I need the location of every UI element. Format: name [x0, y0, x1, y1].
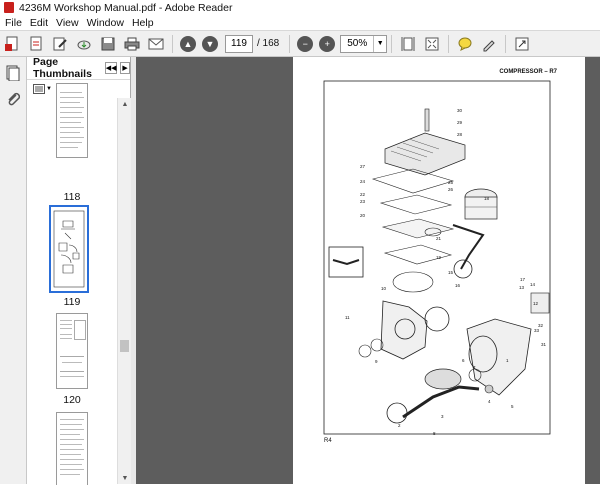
menu-file[interactable]: File — [5, 17, 22, 29]
options-icon — [33, 84, 45, 94]
callout-label: 28 — [457, 132, 463, 137]
scrollbar-thumb[interactable] — [120, 340, 129, 352]
callout-label: 25 — [448, 180, 454, 185]
zoom-in-icon[interactable]: + — [319, 35, 336, 52]
prev-page-icon[interactable]: ▲ — [180, 35, 196, 52]
callout-label: 2 — [398, 423, 401, 428]
page-thumbnails-icon[interactable] — [6, 65, 20, 82]
panel-arrow-icon[interactable]: ▶ — [120, 62, 130, 74]
callout-label: 18 — [484, 196, 490, 201]
callout-label: 15 — [448, 270, 454, 275]
create-pdf-icon[interactable] — [3, 35, 21, 53]
menu-edit[interactable]: Edit — [30, 17, 48, 29]
callout-label: 21 — [436, 236, 442, 241]
expand-icon[interactable] — [513, 35, 531, 53]
zoom-out-icon[interactable]: − — [297, 35, 314, 52]
next-page-icon[interactable]: ▼ — [202, 35, 218, 52]
collapse-panel-icon[interactable]: ◀◀ — [105, 62, 118, 74]
callout-label: 14 — [530, 282, 536, 287]
edit-icon[interactable] — [51, 35, 69, 53]
callout-label: 4 — [488, 399, 491, 404]
thumbnails-panel: Page Thumbnails ◀◀ ▶ ▼ 118 119 120 ▲ ▼ — [27, 56, 131, 485]
print-icon[interactable] — [123, 35, 141, 53]
thumbnail-page[interactable] — [56, 313, 88, 389]
callout-label: 26 — [448, 187, 454, 192]
thumbnail-page[interactable] — [56, 83, 88, 158]
callout-label: 23 — [360, 199, 366, 204]
zoom-select[interactable]: 50% ▼ — [340, 34, 388, 53]
email-icon[interactable] — [147, 35, 165, 53]
adobe-reader-icon — [4, 2, 14, 13]
thumbnails-scrollbar[interactable]: ▲ ▼ — [117, 98, 131, 484]
callout-label: 19 — [436, 255, 442, 260]
full-screen-icon[interactable] — [423, 35, 441, 53]
toolbar-separator — [505, 34, 507, 53]
callout-label: 31 — [541, 342, 547, 347]
thumbnail-label: 120 — [63, 394, 81, 406]
page-number-input[interactable]: 119 — [225, 34, 253, 53]
thumbnail-drawing — [53, 210, 85, 288]
callout-label: 20 — [360, 213, 366, 218]
fit-page-icon[interactable] — [399, 35, 417, 53]
callout-label: 6 — [462, 358, 465, 363]
callout-label: 10 — [381, 286, 387, 291]
menu-window[interactable]: Window — [87, 17, 124, 29]
menu-bar: File Edit View Window Help — [0, 15, 600, 30]
callout-label: 29 — [457, 120, 463, 125]
callout-label: 9 — [375, 359, 378, 364]
document-area: COMPRESSOR – R7 30 29 28 27 24 25 26 22 … — [136, 57, 600, 484]
pdf-page: COMPRESSOR – R7 30 29 28 27 24 25 26 22 … — [293, 57, 585, 484]
cloud-icon[interactable] — [75, 35, 93, 53]
title-bar: 4236M Workshop Manual.pdf - Adobe Reader — [0, 0, 600, 15]
compressor-exploded-diagram: 3029282724 252622232021191817161514131211… — [323, 80, 551, 436]
callout-label: 3 — [441, 414, 444, 419]
window-title: 4236M Workshop Manual.pdf - Adobe Reader — [19, 1, 233, 14]
callout-label: 11 — [345, 315, 350, 320]
toolbar-separator — [391, 34, 393, 53]
sign-icon[interactable] — [480, 35, 498, 53]
callout-label: 8 — [433, 431, 436, 436]
options-menu-button[interactable]: ▼ — [33, 84, 52, 94]
thumbnail-page-selected[interactable] — [49, 205, 89, 293]
callout-label: 16 — [455, 283, 461, 288]
chevron-down-icon: ▼ — [46, 86, 52, 92]
callout-label: 33 — [534, 328, 540, 333]
toolbar-separator — [448, 34, 450, 53]
thumbnail-label: 119 — [63, 296, 81, 308]
callout-label: 5 — [511, 404, 514, 409]
callout-label: 17 — [520, 277, 526, 282]
page-total: / 168 — [257, 38, 280, 49]
comment-icon[interactable] — [456, 35, 474, 53]
callout-label: 27 — [360, 164, 366, 169]
callout-label: 24 — [360, 179, 366, 184]
callout-label: 22 — [360, 192, 366, 197]
page-footer: R4 — [324, 438, 332, 444]
chevron-down-icon[interactable]: ▼ — [373, 35, 386, 52]
thumbnail-page[interactable] — [56, 412, 88, 485]
callout-label: 12 — [533, 301, 539, 306]
toolbar-separator — [172, 34, 173, 53]
thumbnails-list: 118 119 120 — [27, 83, 117, 485]
save-icon[interactable] — [99, 35, 117, 53]
navigation-pane-strip — [0, 57, 27, 484]
panel-title: Page Thumbnails — [33, 56, 92, 80]
thumbnails-header: Page Thumbnails ◀◀ ▶ — [27, 56, 130, 80]
scroll-up-icon[interactable]: ▲ — [118, 98, 132, 110]
callout-label: 32 — [538, 323, 544, 328]
menu-view[interactable]: View — [56, 17, 79, 29]
zoom-value: 50% — [347, 37, 368, 49]
toolbar: ▲ ▼ 119 / 168 − + 50% ▼ — [0, 30, 600, 57]
open-icon[interactable] — [27, 35, 45, 53]
attachments-icon[interactable] — [6, 91, 21, 107]
callout-label: 30 — [457, 108, 463, 113]
thumbnail-label: 118 — [63, 191, 81, 203]
menu-help[interactable]: Help — [132, 17, 154, 29]
toolbar-separator — [289, 34, 291, 53]
callout-label: 13 — [519, 285, 525, 290]
scroll-down-icon[interactable]: ▼ — [118, 472, 132, 484]
